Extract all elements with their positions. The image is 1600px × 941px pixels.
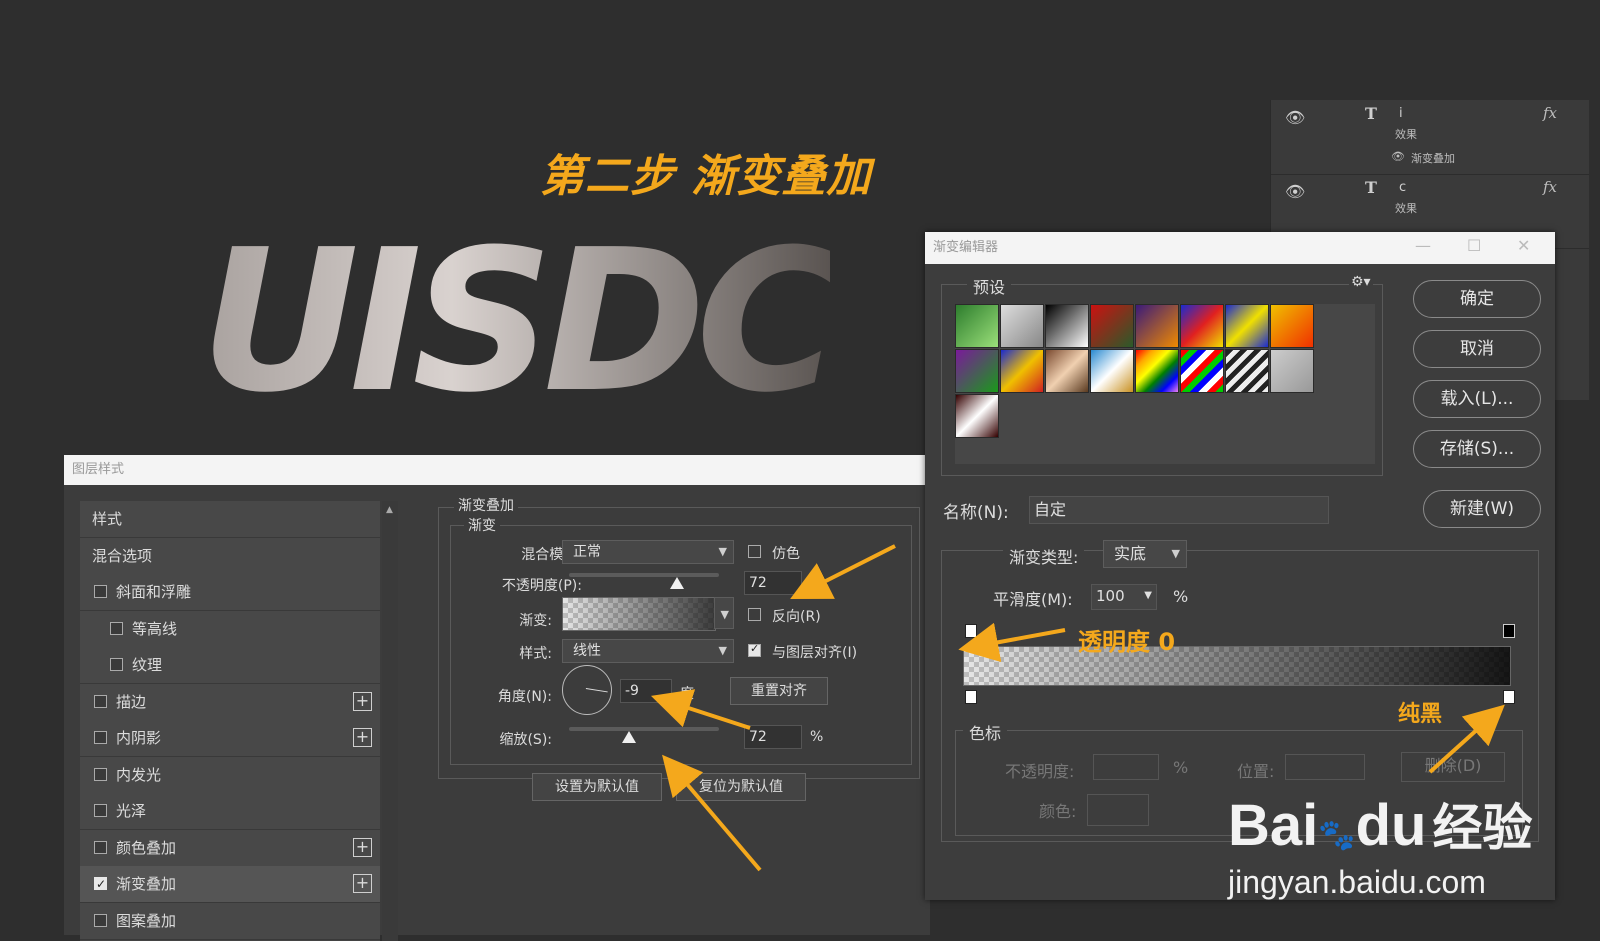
baidu-watermark-url: jingyan.baidu.com <box>1228 864 1486 900</box>
arrow-to-scale <box>662 754 762 872</box>
baidu-watermark-brand: Bai🐾du 经验 <box>1228 793 1533 858</box>
arrow-to-left-stop <box>958 622 1066 663</box>
arrow-to-opacity <box>790 544 896 600</box>
paw-icon: 🐾 <box>1318 819 1356 852</box>
arrow-to-angle <box>650 689 751 730</box>
annotation-pure-black: 纯黑 <box>1398 702 1443 727</box>
annotation-opacity-zero: 透明度 0 <box>1078 628 1176 656</box>
